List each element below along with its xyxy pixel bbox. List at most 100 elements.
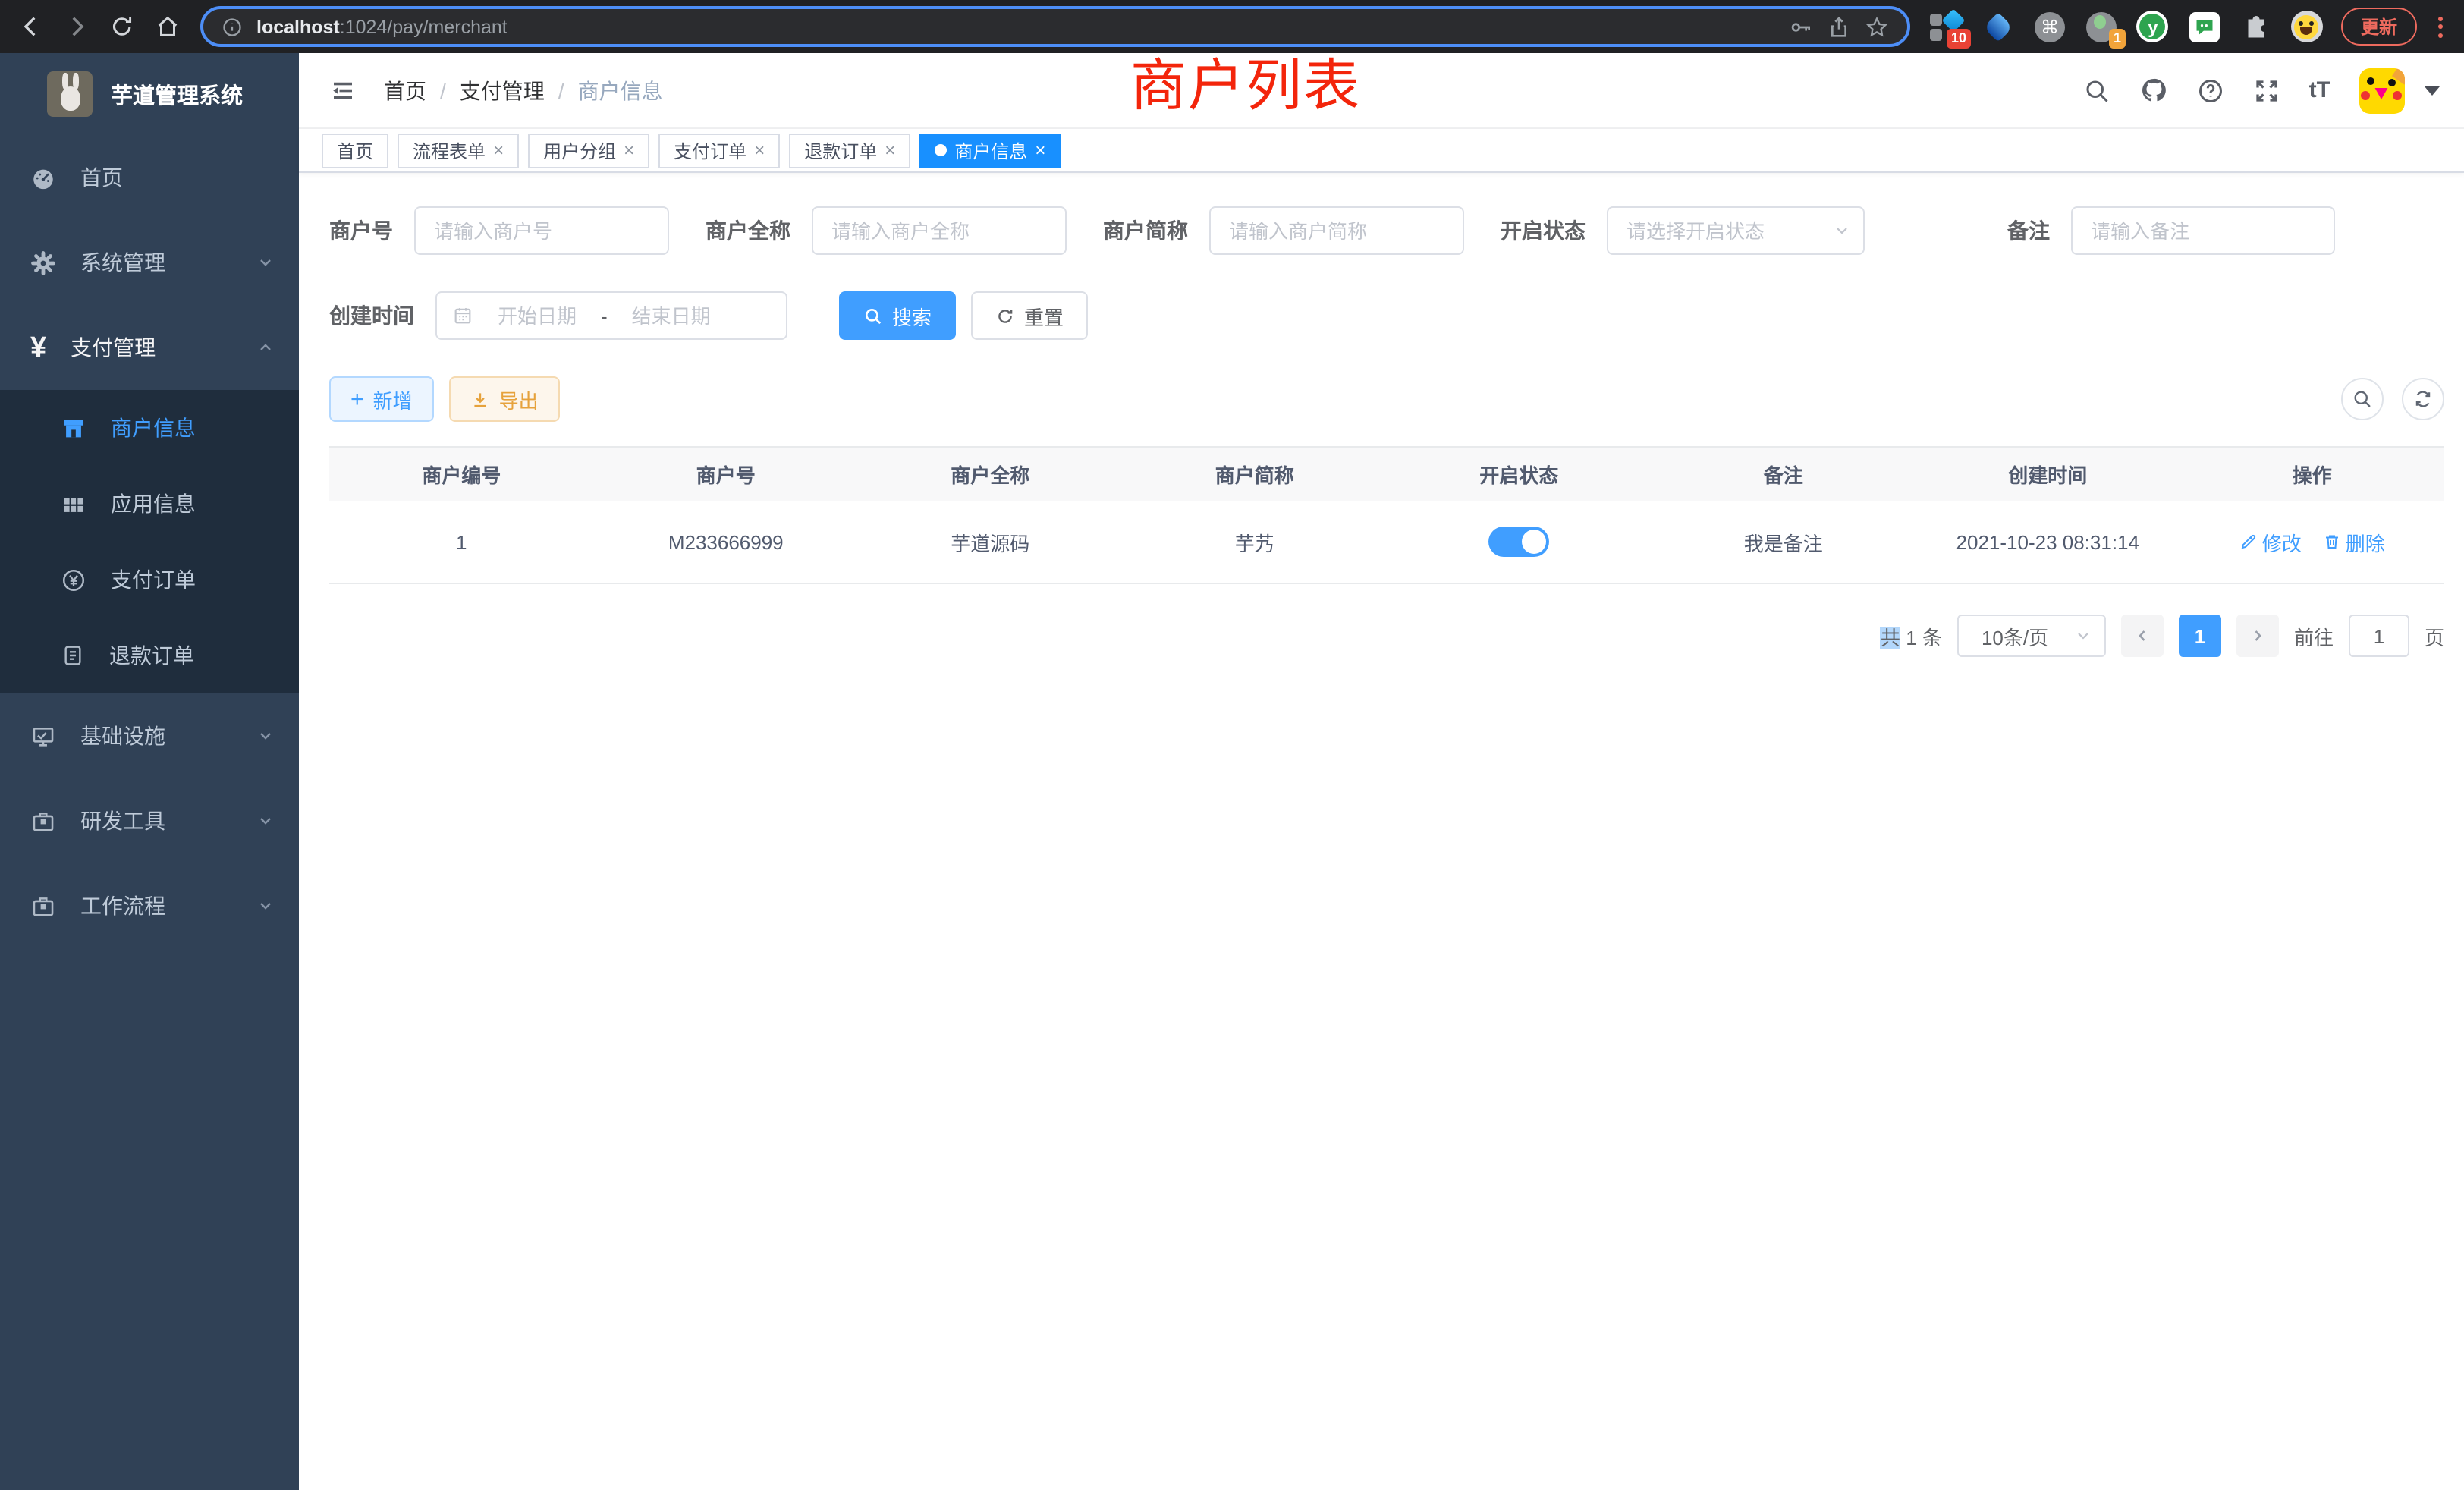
ext-badge-1: 1 bbox=[2109, 28, 2126, 48]
edit-link[interactable]: 修改 bbox=[2239, 527, 2302, 556]
profile-avatar[interactable] bbox=[2291, 11, 2323, 42]
tab-user-group[interactable]: 用户分组 × bbox=[528, 133, 649, 168]
tab-pay-order[interactable]: 支付订单 × bbox=[658, 133, 780, 168]
site-info-icon[interactable] bbox=[222, 16, 243, 37]
font-size-icon[interactable]: tT bbox=[2309, 77, 2330, 103]
help-icon[interactable] bbox=[2197, 77, 2224, 104]
col-header: 商户号 bbox=[594, 460, 859, 489]
tab-process-form[interactable]: 流程表单 × bbox=[398, 133, 519, 168]
search-icon[interactable] bbox=[2083, 77, 2110, 104]
avatar-caret-icon[interactable] bbox=[2425, 86, 2440, 95]
password-key-icon[interactable] bbox=[1789, 14, 1813, 39]
tabs-bar: 首页 流程表单 × 用户分组 × 支付订单 × 退款订单 × bbox=[299, 129, 2464, 173]
page-1-button[interactable]: 1 bbox=[2179, 615, 2221, 657]
filter-status: 开启状态 bbox=[1501, 206, 1865, 255]
search-button[interactable]: 搜索 bbox=[839, 291, 956, 340]
url-bar[interactable]: localhost:1024/pay/merchant bbox=[200, 6, 1910, 47]
share-icon[interactable] bbox=[1827, 14, 1851, 39]
date-range-separator: - bbox=[601, 304, 608, 327]
show-search-button[interactable] bbox=[2341, 378, 2384, 420]
close-icon[interactable]: × bbox=[754, 141, 765, 159]
goto-page-input[interactable] bbox=[2349, 615, 2409, 657]
reset-button[interactable]: 重置 bbox=[971, 291, 1088, 340]
breadcrumb-current: 商户信息 bbox=[578, 75, 663, 105]
short-name-input[interactable] bbox=[1209, 206, 1464, 255]
sidebar-item-infra[interactable]: 基础设施 bbox=[0, 693, 299, 778]
breadcrumb-pay[interactable]: 支付管理 bbox=[460, 75, 545, 105]
end-date-input[interactable] bbox=[614, 303, 729, 328]
remark-input[interactable] bbox=[2071, 206, 2335, 255]
refresh-table-button[interactable] bbox=[2402, 378, 2444, 420]
sidebar-item-merchant-info[interactable]: 商户信息 bbox=[0, 390, 299, 466]
full-name-input[interactable] bbox=[812, 206, 1067, 255]
tab-home[interactable]: 首页 bbox=[322, 133, 388, 168]
page-size-select[interactable]: 10条/页 bbox=[1957, 615, 2106, 657]
close-icon[interactable]: × bbox=[624, 141, 634, 159]
user-avatar[interactable] bbox=[2359, 68, 2405, 113]
github-icon[interactable] bbox=[2139, 76, 2168, 105]
home-icon[interactable] bbox=[155, 14, 181, 39]
add-button[interactable]: + 新增 bbox=[329, 376, 434, 422]
sidebar-item-refund-order[interactable]: 退款订单 bbox=[0, 618, 299, 693]
back-icon[interactable] bbox=[18, 14, 44, 39]
sidebar-item-pay-order[interactable]: 支付订单 bbox=[0, 542, 299, 618]
col-header: 商户全称 bbox=[858, 460, 1123, 489]
filter-row-1: 商户号 商户全称 商户简称 开启状态 bbox=[329, 206, 2444, 255]
chrome-update-button[interactable]: 更新 bbox=[2341, 8, 2417, 46]
merchant-table: 商户编号 商户号 商户全称 商户简称 开启状态 备注 创建时间 操作 1 M23… bbox=[329, 446, 2444, 584]
ext-recorder-icon[interactable]: 1 bbox=[2085, 10, 2118, 43]
main-area: 商户列表 首页 / 支付管理 / 商户信息 bbox=[299, 53, 2464, 1490]
close-icon[interactable]: × bbox=[1035, 141, 1045, 159]
tab-refund-order[interactable]: 退款订单 × bbox=[789, 133, 910, 168]
sidebar-item-app-info[interactable]: 应用信息 bbox=[0, 466, 299, 542]
tab-merchant-info[interactable]: 商户信息 × bbox=[919, 133, 1061, 168]
hamburger-icon[interactable] bbox=[323, 77, 363, 104]
sidebar-item-workflow[interactable]: 工作流程 bbox=[0, 863, 299, 948]
tab-label: 用户分组 bbox=[543, 137, 616, 163]
sidebar-item-devtool[interactable]: 研发工具 bbox=[0, 778, 299, 863]
sidebar-item-label: 支付管理 bbox=[71, 332, 156, 363]
chevron-down-icon bbox=[256, 727, 275, 745]
status-select[interactable] bbox=[1607, 206, 1865, 255]
ext-chat-icon[interactable] bbox=[2188, 10, 2221, 43]
tab-label: 退款订单 bbox=[804, 137, 877, 163]
browser-chrome: localhost:1024/pay/merchant 10 ⌘ bbox=[0, 0, 2464, 53]
date-range-picker[interactable]: - bbox=[435, 291, 787, 340]
chrome-menu-icon[interactable] bbox=[2435, 16, 2446, 37]
bookmark-star-icon[interactable] bbox=[1865, 14, 1889, 39]
ext-y-icon[interactable]: y bbox=[2136, 10, 2170, 43]
sidebar-item-system[interactable]: 系统管理 bbox=[0, 220, 299, 305]
ext-kite-icon[interactable] bbox=[1982, 10, 2015, 43]
breadcrumb-home[interactable]: 首页 bbox=[384, 75, 426, 105]
filter-label: 商户全称 bbox=[706, 215, 790, 246]
close-icon[interactable]: × bbox=[885, 141, 895, 159]
sidebar-item-pay[interactable]: ¥ 支付管理 bbox=[0, 305, 299, 390]
next-page-button[interactable] bbox=[2236, 615, 2279, 657]
logo[interactable]: 芋道管理系统 bbox=[0, 53, 299, 135]
active-tab-dot bbox=[935, 144, 947, 156]
delete-link[interactable]: 删除 bbox=[2323, 527, 2385, 556]
status-toggle[interactable] bbox=[1488, 527, 1549, 557]
export-button[interactable]: 导出 bbox=[449, 376, 560, 422]
pagination: 共 1 条 10条/页 1 bbox=[329, 615, 2444, 657]
extensions-puzzle-icon[interactable] bbox=[2239, 10, 2273, 43]
sidebar-item-label: 应用信息 bbox=[111, 489, 196, 519]
refresh-icon bbox=[2412, 388, 2434, 410]
start-date-input[interactable] bbox=[479, 303, 595, 328]
yen-icon: ¥ bbox=[30, 333, 46, 362]
prev-page-button[interactable] bbox=[2121, 615, 2164, 657]
download-icon bbox=[470, 389, 490, 409]
ext-jam-icon[interactable]: 10 bbox=[1930, 10, 1963, 43]
forward-icon[interactable] bbox=[64, 14, 90, 39]
merchant-no-input[interactable] bbox=[414, 206, 669, 255]
ext-command-icon[interactable]: ⌘ bbox=[2033, 10, 2066, 43]
col-header: 商户编号 bbox=[329, 460, 594, 489]
filter-label: 备注 bbox=[2007, 215, 2050, 246]
close-icon[interactable]: × bbox=[493, 141, 504, 159]
reload-icon[interactable] bbox=[109, 14, 135, 39]
briefcase-icon bbox=[30, 893, 56, 919]
sidebar-item-home[interactable]: 首页 bbox=[0, 135, 299, 220]
sidebar-item-label: 研发工具 bbox=[80, 806, 165, 836]
fullscreen-icon[interactable] bbox=[2253, 77, 2280, 104]
add-button-label: 新增 bbox=[373, 385, 413, 413]
